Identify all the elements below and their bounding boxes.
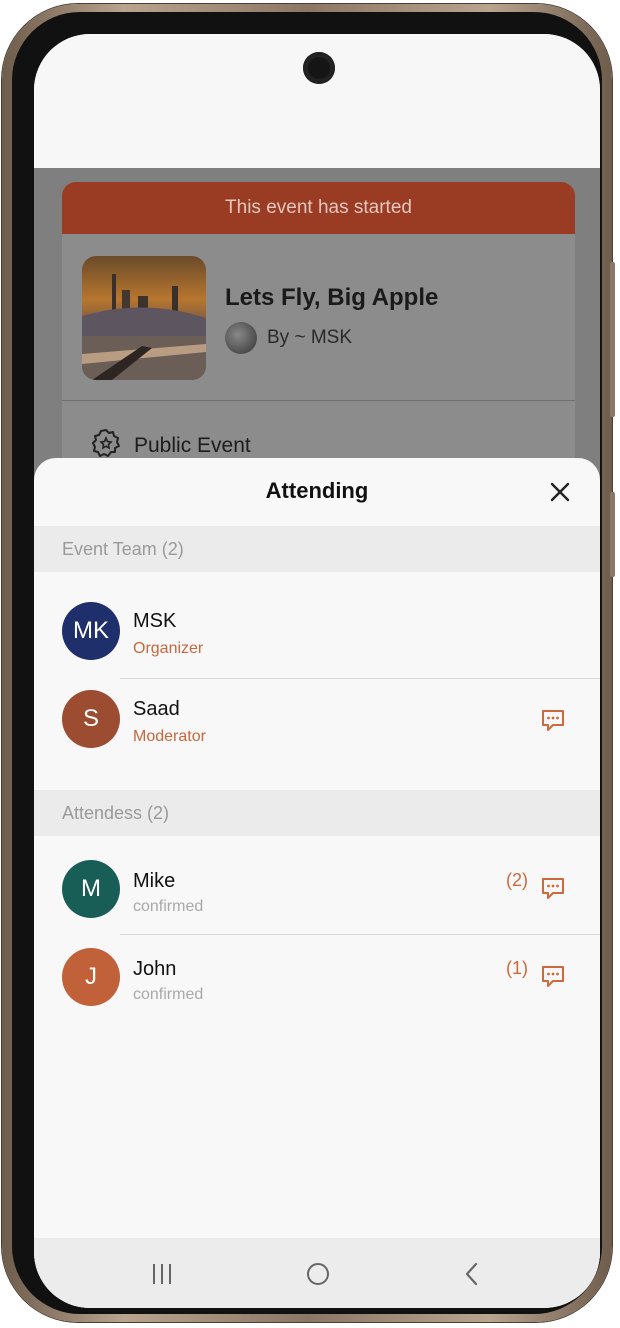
host-avatar: [225, 322, 257, 354]
row-divider: [120, 678, 600, 679]
phone-bezel: This event has started Lets Fly, Big App…: [12, 12, 602, 1314]
public-event-label: Public Event: [134, 434, 251, 457]
member-name: MSK: [133, 610, 177, 632]
event-started-banner: This event has started: [62, 182, 575, 234]
guest-count-badge: (2): [506, 870, 528, 890]
list-item[interactable]: S Saad Moderator: [34, 690, 600, 778]
list-item[interactable]: M Mike confirmed (2): [34, 858, 600, 946]
attending-sheet: Attending Event Team (2) MK MSK Organize…: [34, 458, 600, 1308]
event-image: [82, 256, 206, 380]
attendee-status: confirmed: [133, 986, 204, 1003]
attendee-name: John: [133, 958, 177, 980]
chat-bubble-icon[interactable]: [539, 874, 567, 902]
guest-count-badge: (1): [506, 958, 528, 978]
phone-frame: This event has started Lets Fly, Big App…: [2, 4, 615, 1322]
avatar: MK: [62, 602, 120, 660]
front-camera: [303, 52, 335, 84]
attendee-name: Mike: [133, 870, 176, 892]
close-icon[interactable]: [546, 478, 574, 506]
host-label: By ~ MSK: [267, 327, 352, 348]
event-team-header: Event Team (2): [34, 526, 600, 572]
card-divider: [62, 400, 575, 401]
event-title: Lets Fly, Big Apple: [225, 284, 439, 311]
volume-button: [610, 262, 615, 417]
chat-bubble-icon[interactable]: [539, 706, 567, 734]
home-icon[interactable]: [300, 1256, 336, 1292]
attendees-header: Attendess (2): [34, 790, 600, 836]
avatar: M: [62, 860, 120, 918]
member-role: Organizer: [133, 640, 204, 657]
power-button: [610, 492, 615, 577]
chat-bubble-icon[interactable]: [539, 962, 567, 990]
row-divider: [120, 934, 600, 935]
avatar: S: [62, 690, 120, 748]
back-icon[interactable]: [454, 1256, 490, 1292]
system-nav-bar: [34, 1238, 600, 1308]
screen: This event has started Lets Fly, Big App…: [34, 34, 600, 1308]
attendee-status: confirmed: [133, 898, 204, 915]
avatar: J: [62, 948, 120, 1006]
sheet-title: Attending: [265, 478, 369, 503]
member-role: Moderator: [133, 728, 206, 745]
event-host[interactable]: By ~ MSK: [225, 322, 352, 354]
recents-icon[interactable]: [144, 1256, 180, 1292]
member-name: Saad: [133, 698, 180, 720]
list-item[interactable]: J John confirmed (1): [34, 948, 600, 1036]
list-item[interactable]: MK MSK Organizer: [34, 602, 600, 690]
